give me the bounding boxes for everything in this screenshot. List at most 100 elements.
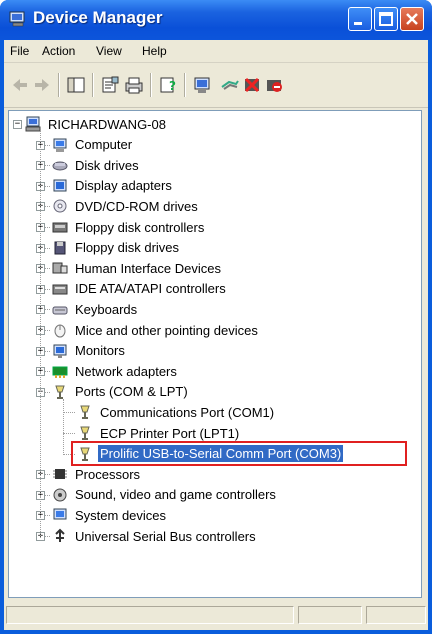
port-icon xyxy=(55,385,65,399)
node-label: DVD/CD-ROM drives xyxy=(75,198,198,214)
device-item-port[interactable]: Communications Port (COM1) xyxy=(77,402,276,422)
device-category-computer[interactable]: Computer xyxy=(52,135,134,155)
close-icon xyxy=(406,13,418,25)
usb-icon xyxy=(55,528,65,542)
node-label: IDE ATA/ATAPI controllers xyxy=(75,281,226,297)
node-label: Keyboards xyxy=(75,301,138,317)
device-manager-window: Device Manager File Action View Help ? −… xyxy=(0,0,432,634)
device-category-port[interactable]: Ports (COM & LPT) xyxy=(52,382,190,402)
device-category-floppy-drive[interactable]: Floppy disk drives xyxy=(52,238,181,258)
print-icon[interactable] xyxy=(124,75,144,95)
node-label: RICHARDWANG-08 xyxy=(48,116,166,132)
computer-icon xyxy=(53,138,67,152)
window-title: Device Manager xyxy=(33,8,163,27)
root-icon xyxy=(25,116,41,132)
port-icon xyxy=(80,405,90,420)
node-label: Floppy disk controllers xyxy=(75,219,205,235)
node-label: Mice and other pointing devices xyxy=(75,322,258,338)
svg-text:?: ? xyxy=(169,79,176,93)
node-label: Display adapters xyxy=(75,178,172,194)
collapse-icon[interactable]: − xyxy=(13,120,22,129)
ide-controller-icon xyxy=(52,284,68,295)
mouse-icon xyxy=(54,324,66,338)
network-adapter-icon xyxy=(52,366,68,379)
back-icon[interactable] xyxy=(10,75,30,95)
hid-icon xyxy=(52,262,68,274)
toolbar-separator xyxy=(150,73,152,97)
tree-connector-line xyxy=(63,412,75,414)
node-label: Computer xyxy=(75,137,133,153)
minimize-button[interactable] xyxy=(348,7,372,31)
tree-connector-line xyxy=(40,128,41,536)
status-bar xyxy=(4,602,428,628)
node-label: Disk drives xyxy=(75,157,139,173)
maximize-icon xyxy=(379,12,393,26)
properties-icon[interactable] xyxy=(100,75,120,95)
toolbar-separator xyxy=(58,73,60,97)
floppy-controller-icon xyxy=(52,222,68,233)
minimize-icon xyxy=(354,22,362,25)
toolbar-separator xyxy=(92,73,94,97)
device-category-floppy-controller[interactable]: Floppy disk controllers xyxy=(52,217,206,237)
highlight-annotation-box xyxy=(71,440,407,466)
menu-file[interactable]: File xyxy=(10,44,29,58)
node-label: Communications Port (COM1) xyxy=(100,404,275,420)
device-category-keyboard[interactable]: Keyboards xyxy=(52,299,139,319)
keyboard-icon xyxy=(52,306,68,315)
tree-connector-line xyxy=(63,433,75,434)
scan-hardware-icon[interactable] xyxy=(192,75,212,95)
processor-icon xyxy=(53,469,67,480)
floppy-drive-icon xyxy=(54,241,66,255)
forward-icon[interactable] xyxy=(32,75,52,95)
close-button[interactable] xyxy=(400,7,424,31)
device-category-system-device[interactable]: System devices xyxy=(52,505,168,525)
uninstall-icon[interactable] xyxy=(242,75,262,95)
monitor-icon xyxy=(53,344,67,358)
menu-view[interactable]: View xyxy=(96,44,122,58)
sound-icon xyxy=(53,488,67,502)
show-hide-console-tree-icon[interactable] xyxy=(66,75,86,95)
status-pane-main xyxy=(6,606,294,624)
disk-drive-icon xyxy=(52,161,68,171)
device-category-display-adapter[interactable]: Display adapters xyxy=(52,176,174,196)
menu-bar: File Action View Help xyxy=(4,40,428,63)
menu-action[interactable]: Action xyxy=(42,44,75,58)
node-label: Processors xyxy=(75,466,141,482)
device-category-monitor[interactable]: Monitors xyxy=(52,341,127,361)
device-category-dvd-drive[interactable]: DVD/CD-ROM drives xyxy=(52,196,200,216)
node-label: Network adapters xyxy=(75,363,177,379)
toolbar-separator xyxy=(184,73,186,97)
tree-root-node[interactable]: RICHARDWANG-08 xyxy=(25,114,168,134)
node-label: Monitors xyxy=(75,343,125,359)
status-pane-3 xyxy=(366,606,426,624)
device-category-disk-drive[interactable]: Disk drives xyxy=(52,155,141,175)
device-category-sound[interactable]: Sound, video and game controllers xyxy=(52,485,278,505)
menu-help[interactable]: Help xyxy=(142,44,167,58)
port-icon xyxy=(80,426,90,440)
disable-icon[interactable] xyxy=(264,75,284,95)
node-label: Ports (COM & LPT) xyxy=(75,384,188,400)
device-category-mouse[interactable]: Mice and other pointing devices xyxy=(52,320,260,340)
node-label: Universal Serial Bus controllers xyxy=(75,528,256,544)
display-adapter-icon xyxy=(53,179,67,192)
dvd-drive-icon xyxy=(53,199,67,213)
device-category-hid[interactable]: Human Interface Devices xyxy=(52,258,223,278)
node-label: ECP Printer Port (LPT1) xyxy=(100,425,240,441)
node-label: System devices xyxy=(75,507,167,523)
node-label: Human Interface Devices xyxy=(75,260,221,276)
title-bar[interactable]: Device Manager xyxy=(0,0,432,40)
system-device-icon xyxy=(53,508,67,520)
help-icon[interactable]: ? xyxy=(158,75,178,95)
device-category-processor[interactable]: Processors xyxy=(52,464,142,484)
update-driver-icon[interactable] xyxy=(220,75,240,95)
device-manager-icon xyxy=(9,11,25,27)
maximize-button[interactable] xyxy=(374,7,398,31)
device-tree[interactable]: − RICHARDWANG-08 + Computer + Disk drives + Dis… xyxy=(8,110,422,598)
device-category-network-adapter[interactable]: Network adapters xyxy=(52,361,179,381)
node-label: Sound, video and game controllers xyxy=(75,487,276,503)
tree-connector-line xyxy=(63,398,64,455)
window-client-area: File Action View Help ? − RICHARDWANG-08 +… xyxy=(4,40,428,630)
node-label: Floppy disk drives xyxy=(75,240,180,256)
device-category-usb[interactable]: Universal Serial Bus controllers xyxy=(52,526,258,546)
device-category-ide-controller[interactable]: IDE ATA/ATAPI controllers xyxy=(52,279,228,299)
